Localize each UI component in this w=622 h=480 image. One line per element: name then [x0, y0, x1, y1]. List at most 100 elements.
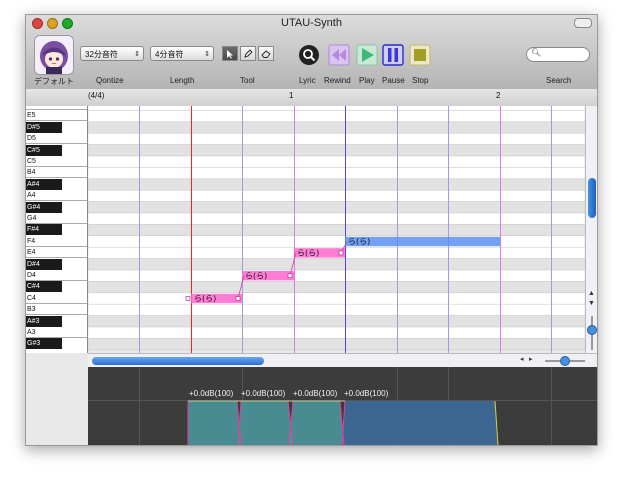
envelope-shape[interactable] [289, 401, 344, 445]
piano-roll-row [88, 167, 585, 180]
pencil-tool-button[interactable] [240, 46, 256, 61]
select-tool-button[interactable] [222, 46, 238, 61]
piano-roll-row [88, 106, 585, 111]
bar-number-2: 2 [496, 91, 501, 100]
pitch-point[interactable] [287, 273, 293, 279]
piano-roll-row [88, 201, 585, 214]
piano-roll-row [88, 212, 585, 225]
length-select[interactable]: 4分音符 ⇕ [150, 46, 214, 61]
piano-roll-row [88, 338, 585, 351]
piano-roll-row [88, 303, 585, 316]
envelope-value: +0.0dB(100) [344, 389, 389, 398]
envelope-shape[interactable] [188, 401, 241, 445]
envelope-value: +0.0dB(100) [241, 389, 286, 398]
pause-icon[interactable] [382, 44, 404, 66]
piano-key-gsharp4[interactable]: G#4 [26, 201, 62, 213]
horizontal-scroll-thumb[interactable] [92, 357, 264, 365]
time-signature: (4/4) [88, 91, 105, 100]
piano-key-dsharp5[interactable]: D#5 [26, 121, 62, 133]
piano-key-b3[interactable]: B3 [26, 304, 87, 316]
envelope-header [26, 367, 88, 445]
pitch-point[interactable] [235, 296, 241, 301]
horizontal-zoom-slider[interactable] [543, 355, 587, 367]
piano-key-f5[interactable]: F5 [26, 106, 87, 110]
bar-number-1: 1 [289, 91, 294, 100]
vertical-scroll-thumb[interactable] [588, 178, 596, 218]
pencil-icon [244, 48, 253, 58]
envelope-shape[interactable] [238, 401, 293, 445]
piano-roll[interactable]: ら(ら) ら(ら) ら(ら) ら(ら) [88, 106, 585, 353]
piano-key-csharp4[interactable]: C#4 [26, 281, 62, 293]
envelope-shape[interactable] [342, 401, 498, 445]
envelope-value: +0.0dB(100) [189, 389, 234, 398]
updown-arrows-icon: ⇕ [134, 51, 140, 58]
piano-key-fsharp4[interactable]: F#4 [26, 224, 62, 236]
envelope-editor[interactable]: +0.0dB(100) +0.0dB(100) +0.0dB(100) +0.0… [88, 367, 597, 445]
timeline-ruler[interactable]: (4/4) 1 2 [26, 89, 597, 107]
pitch-point[interactable] [185, 296, 191, 301]
piano-roll-row [88, 110, 585, 123]
piano-key-dsharp4[interactable]: D#4 [26, 258, 62, 270]
piano-key-a3[interactable]: A3 [26, 327, 87, 338]
pause-label: Pause [382, 76, 405, 85]
rewind-icon[interactable] [328, 44, 350, 66]
pitch-point[interactable] [338, 250, 344, 256]
piano-key-b4[interactable]: B4 [26, 167, 87, 179]
piano-roll-row [88, 132, 585, 145]
piano-roll-row [88, 178, 585, 191]
piano-key-g4[interactable]: G4 [26, 213, 87, 224]
piano-roll-row [88, 189, 585, 202]
piano-roll-canvas[interactable]: ら(ら) ら(ら) ら(ら) ら(ら) [88, 106, 585, 353]
piano-roll-row [88, 258, 585, 271]
piano-roll-row [88, 121, 585, 134]
play-icon[interactable] [356, 44, 378, 66]
piano-key-e4[interactable]: E4 [26, 247, 87, 259]
singer-avatar-icon [35, 36, 73, 74]
piano-key-d5[interactable]: D5 [26, 133, 87, 145]
tool-label: Tool [240, 76, 255, 85]
note-lyric: ら(ら) [348, 237, 370, 246]
rewind-label: Rewind [324, 76, 351, 85]
pointer-icon [227, 49, 233, 58]
search-icon: 🔍︎ [531, 48, 542, 57]
scroll-up-icon[interactable]: ▲ [588, 290, 595, 297]
magnifier-icon[interactable] [298, 44, 320, 66]
eraser-tool-button[interactable] [258, 46, 274, 61]
piano-key-csharp5[interactable]: C#5 [26, 144, 62, 156]
toolbar: UTAU-Synth デフォルト 32分音符 ⇕ Qontize 4分音符 ⇕ [26, 15, 597, 90]
toolbar-toggle-button[interactable] [574, 18, 592, 28]
note-lyric: ら(ら) [297, 249, 319, 258]
piano-key-d4[interactable]: D4 [26, 270, 87, 281]
piano-roll-row [88, 224, 585, 237]
piano-key-c4[interactable]: C4 [26, 292, 87, 304]
scroll-left-icon[interactable]: ◂ [520, 355, 524, 363]
stop-icon[interactable] [409, 44, 431, 66]
piano-key-asharp4[interactable]: A#4 [26, 178, 62, 190]
vertical-zoom-slider[interactable] [586, 314, 598, 352]
search-field[interactable]: 🔍︎ [526, 47, 590, 62]
piano-key-c5[interactable]: C5 [26, 156, 87, 167]
quantize-select[interactable]: 32分音符 ⇕ [80, 46, 144, 61]
singer-name: デフォルト [34, 77, 74, 86]
app-window: UTAU-Synth デフォルト 32分音符 ⇕ Qontize 4分音符 ⇕ [25, 14, 598, 446]
quantize-label: Qontize [96, 76, 124, 85]
stop-label: Stop [412, 76, 429, 85]
scroll-right-icon[interactable]: ▸ [529, 355, 533, 363]
piano-roll-row [88, 326, 585, 339]
note-lyric: ら(ら) [245, 271, 267, 280]
lyric-label: Lyric [299, 76, 316, 85]
length-value: 4分音符 [155, 50, 184, 59]
piano-key-a4[interactable]: A4 [26, 190, 87, 202]
piano-key-asharp3[interactable]: A#3 [26, 315, 62, 327]
envelope-value: +0.0dB(100) [293, 389, 338, 398]
piano-key-e5[interactable]: E5 [26, 110, 87, 122]
scroll-down-icon[interactable]: ▼ [588, 300, 595, 307]
piano-keyboard[interactable]: F5E5D#5D5C#5C5B4A#4A4G#4G4F#4F4E4D#4D4C#… [26, 106, 88, 353]
piano-key-gsharp3[interactable]: G#3 [26, 338, 62, 350]
vertical-scrollbar[interactable]: ▲ ▼ [585, 106, 598, 353]
horizontal-scrollbar[interactable]: ◂ ▸ [88, 353, 597, 368]
envelope-canvas[interactable]: +0.0dB(100) +0.0dB(100) +0.0dB(100) +0.0… [88, 367, 597, 445]
singer-avatar[interactable] [34, 35, 74, 75]
piano-key-f4[interactable]: F4 [26, 235, 87, 247]
piano-roll-row [88, 281, 585, 294]
